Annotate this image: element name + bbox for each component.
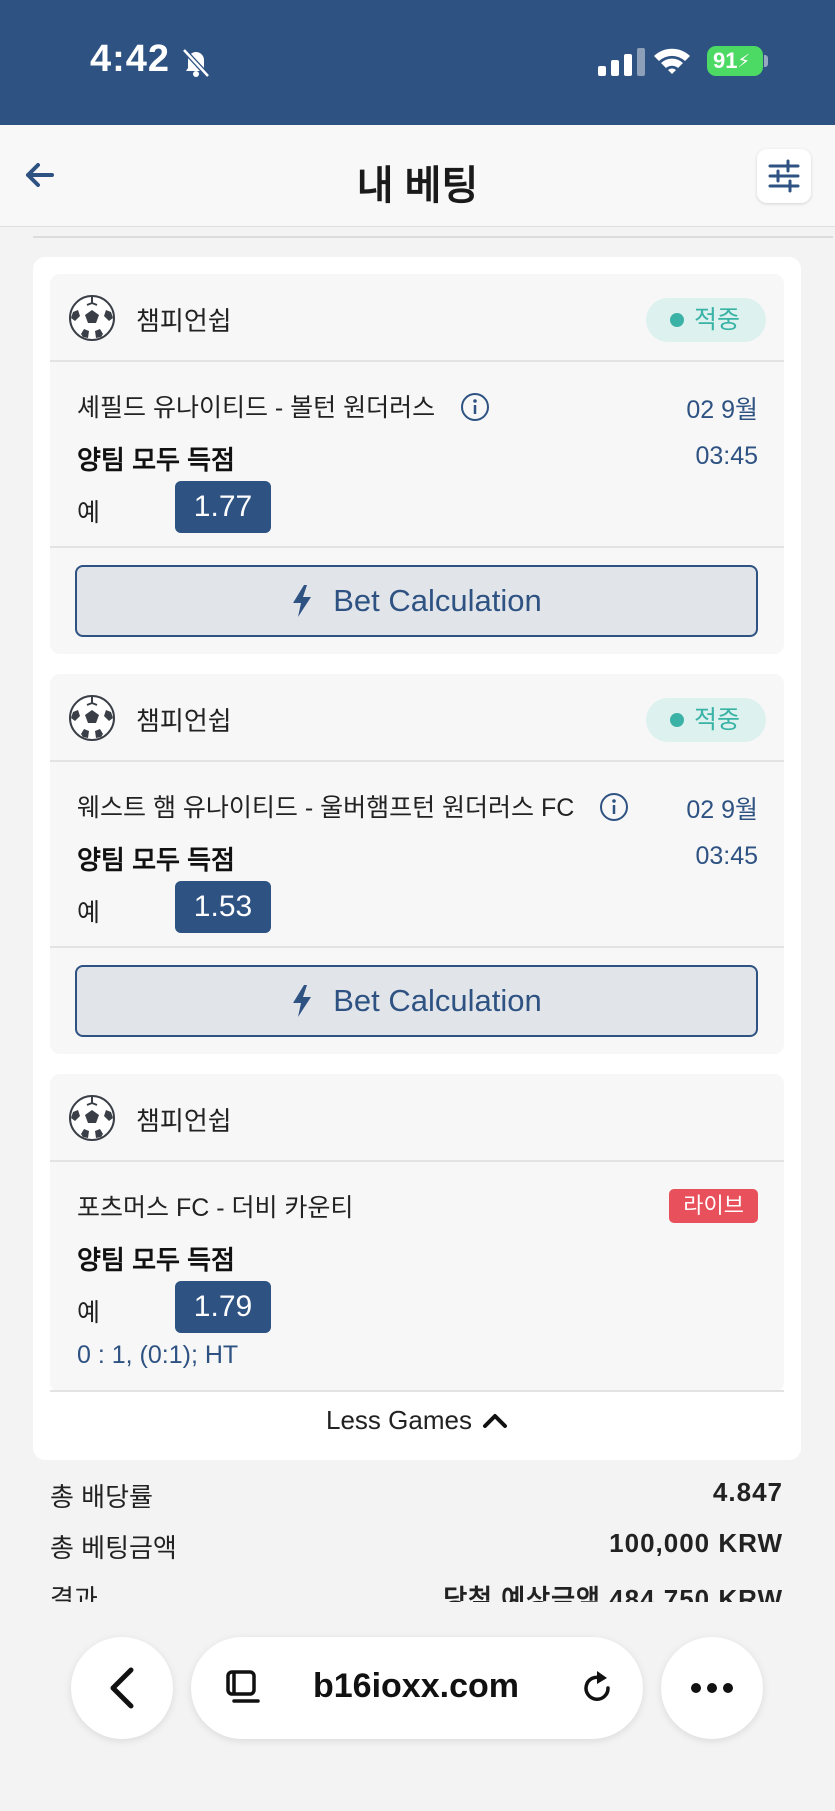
total-stake-value: 100,000 KRW xyxy=(609,1528,783,1558)
address-bar[interactable]: b16ioxx.com xyxy=(191,1637,643,1739)
page-title: 내 베팅 xyxy=(356,164,479,208)
match-teams: 셰필드 유나이티드 - 볼턴 원더러스 xyxy=(77,394,436,422)
wifi-icon xyxy=(654,48,690,74)
card-header: 챔피언쉽 xyxy=(50,1074,784,1162)
total-odds-value: 4.847 xyxy=(712,1477,783,1507)
odds-badge: 1.77 xyxy=(175,481,271,533)
less-games-label: Less Games xyxy=(326,1404,472,1435)
bell-off-icon xyxy=(182,48,210,78)
filter-button[interactable] xyxy=(757,149,811,203)
sliders-icon xyxy=(768,159,800,193)
result-label: 결과 xyxy=(50,1584,98,1602)
soccer-ball-icon xyxy=(69,695,115,741)
battery-level: 91 xyxy=(713,48,738,73)
match-teams: 웨스트 햄 유나이티드 - 울버햄프턴 원더러스 FC xyxy=(77,794,575,822)
bet-slip-panel: 챔피언쉽 적중 셰필드 유나이티드 - 볼턴 원더러스 02 9월 양팀 모두 … xyxy=(33,257,801,1460)
match-teams: 포츠머스 FC - 더비 카운티 xyxy=(77,1194,354,1222)
less-games-button[interactable]: Less Games xyxy=(33,1392,801,1448)
card-footer: Bet Calculation xyxy=(50,548,784,652)
pick-label: 예 xyxy=(77,1299,101,1327)
total-stake-label: 총 베팅금액 xyxy=(50,1533,177,1563)
lightning-icon xyxy=(293,585,312,617)
browser-back-button[interactable] xyxy=(71,1637,173,1739)
status-badge: 적중 xyxy=(645,698,766,742)
total-odds-row: 총 배당률 4.847 xyxy=(50,1477,783,1514)
match-date: 02 9월 xyxy=(686,396,758,424)
card-header: 챔피언쉽 적중 xyxy=(50,274,784,362)
battery-tip xyxy=(764,55,768,67)
bet-calculation-button[interactable]: Bet Calculation xyxy=(75,965,758,1037)
league-name: 챔피언쉽 xyxy=(136,706,232,736)
bet-calculation-label: Bet Calculation xyxy=(333,583,542,618)
league-name: 챔피언쉽 xyxy=(136,1106,232,1136)
bet-content[interactable]: 챔피언쉽 적중 셰필드 유나이티드 - 볼턴 원더러스 02 9월 양팀 모두 … xyxy=(0,227,835,1602)
reader-mode-icon[interactable] xyxy=(223,1668,263,1708)
ellipsis-icon xyxy=(691,1683,733,1693)
battery-icon: 91 ⚡ xyxy=(707,46,763,76)
total-stake-row: 총 베팅금액 100,000 KRW xyxy=(50,1528,783,1565)
league-name: 챔피언쉽 xyxy=(136,306,232,336)
cellular-signal-icon xyxy=(598,46,645,76)
reload-icon[interactable] xyxy=(577,1668,617,1708)
status-time: 4:42 xyxy=(90,38,171,80)
match-name: 셰필드 유나이티드 - 볼턴 원더러스 xyxy=(77,388,490,424)
live-badge: 라이브 xyxy=(669,1189,758,1223)
pick-label: 예 xyxy=(77,499,101,527)
info-icon[interactable] xyxy=(460,392,490,422)
bet-calculation-button[interactable]: Bet Calculation xyxy=(75,565,758,637)
match-time: 03:45 xyxy=(695,842,758,870)
match-name: 포츠머스 FC - 더비 카운티 xyxy=(77,1188,353,1224)
live-score: 0 : 1, (0:1); HT xyxy=(77,1341,239,1369)
info-icon[interactable] xyxy=(599,792,629,822)
market-name: 양팀 모두 득점 xyxy=(77,845,235,875)
soccer-ball-icon xyxy=(69,295,115,341)
status-text: 적중 xyxy=(693,706,740,734)
card-body: 셰필드 유나이티드 - 볼턴 원더러스 02 9월 양팀 모두 득점 03:45… xyxy=(50,362,784,548)
market-name: 양팀 모두 득점 xyxy=(77,445,235,475)
status-text: 적중 xyxy=(693,306,740,334)
status-dot xyxy=(669,713,684,727)
bet-card: 챔피언쉽 적중 셰필드 유나이티드 - 볼턴 원더러스 02 9월 양팀 모두 … xyxy=(50,274,784,654)
odds-badge: 1.79 xyxy=(175,1281,271,1333)
bet-card: 챔피언쉽 적중 웨스트 햄 유나이티드 - 울버햄프턴 원더러스 FC 02 9… xyxy=(50,674,784,1054)
card-header: 챔피언쉽 적중 xyxy=(50,674,784,762)
lightning-icon xyxy=(293,985,312,1017)
card-footer: Bet Calculation xyxy=(50,948,784,1052)
market-name: 양팀 모두 득점 xyxy=(77,1245,235,1275)
card-body: 포츠머스 FC - 더비 카운티 라이브 양팀 모두 득점 예 1.79 0 :… xyxy=(50,1162,784,1392)
soccer-ball-icon xyxy=(69,1095,115,1141)
bet-calculation-label: Bet Calculation xyxy=(333,983,542,1018)
pick-label: 예 xyxy=(77,899,101,927)
url-text: b16ioxx.com xyxy=(313,1667,519,1705)
result-row: 결과 당첨 예상금액 484,750 KRW xyxy=(50,1579,783,1602)
status-badge: 적중 xyxy=(645,298,766,342)
status-dot xyxy=(669,313,684,327)
more-options-button[interactable] xyxy=(661,1637,763,1739)
chevron-left-icon xyxy=(110,1667,134,1709)
card-body: 웨스트 햄 유나이티드 - 울버햄프턴 원더러스 FC 02 9월 양팀 모두 … xyxy=(50,762,784,948)
odds-badge: 1.53 xyxy=(175,881,271,933)
match-name: 웨스트 햄 유나이티드 - 울버햄프턴 원더러스 FC xyxy=(77,788,629,824)
browser-toolbar: b16ioxx.com xyxy=(0,1602,835,1811)
status-bar: 4:42 91 ⚡ xyxy=(0,0,835,125)
chevron-up-icon xyxy=(482,1414,507,1428)
bet-card: 챔피언쉽 포츠머스 FC - 더비 카운티 라이브 양팀 모두 득점 예 1.7… xyxy=(50,1074,784,1392)
divider xyxy=(33,236,833,238)
match-time: 03:45 xyxy=(695,442,758,470)
match-date: 02 9월 xyxy=(686,796,758,824)
total-odds-label: 총 배당률 xyxy=(50,1482,153,1512)
app-header: 내 베팅 xyxy=(0,125,835,227)
result-value: 당첨 예상금액 484,750 KRW xyxy=(443,1584,783,1602)
